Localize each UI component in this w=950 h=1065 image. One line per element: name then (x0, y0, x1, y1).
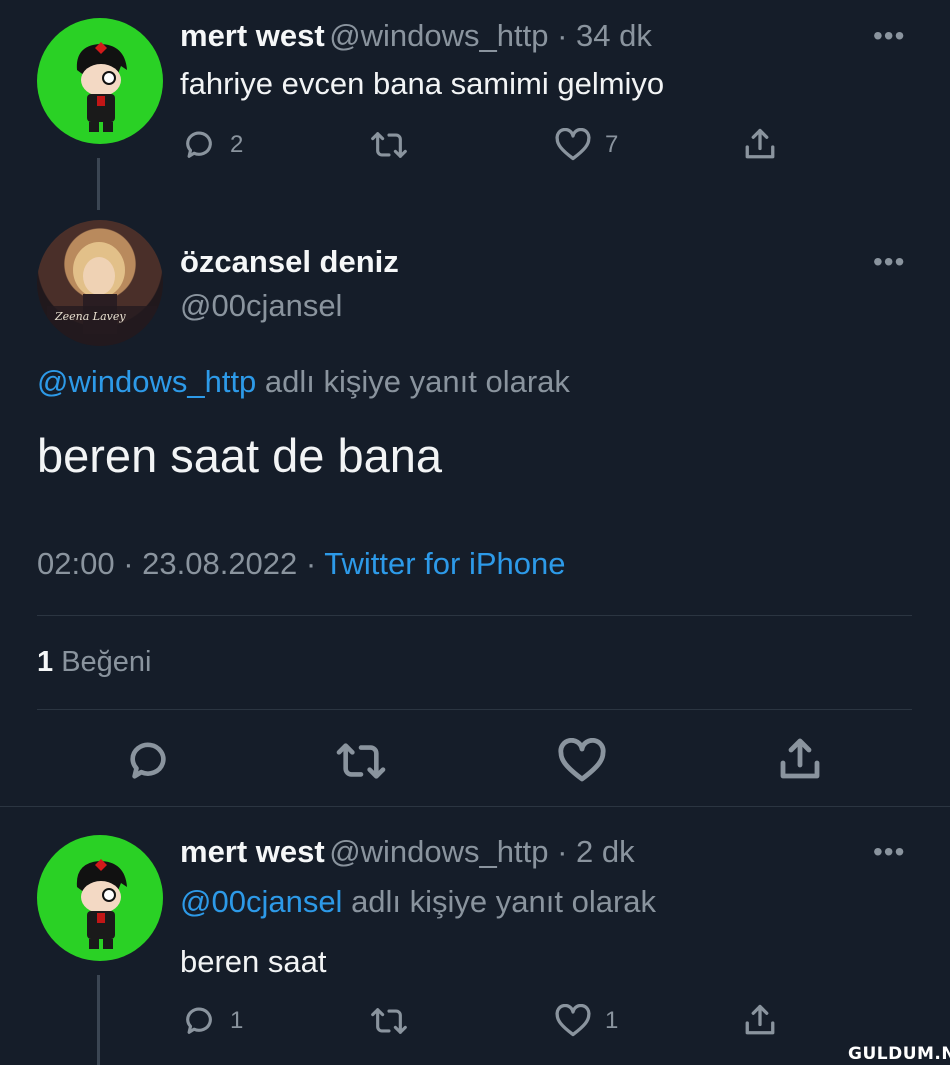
display-name[interactable]: mert west (180, 834, 325, 869)
share-button[interactable] (742, 1002, 778, 1038)
avatar-caption: Zeena Lavey (55, 310, 126, 323)
tweet-text: beren saat (180, 944, 327, 979)
share-icon (745, 128, 775, 159)
like-button[interactable]: 1 (555, 1004, 618, 1038)
reply-context: @windows_http adlı kişiye yanıt olarak (37, 364, 570, 400)
more-options-icon[interactable]: ••• (873, 246, 905, 278)
reply-to-suffix: adlı kişiye yanıt olarak (256, 364, 570, 399)
tweet-text: fahriye evcen bana samimi gelmiyo (180, 66, 665, 101)
retweet-icon (371, 1008, 407, 1034)
like-button[interactable] (558, 737, 606, 789)
thread-line (97, 975, 100, 1065)
reply-to-link[interactable]: @windows_http (37, 364, 256, 399)
reply-to-link[interactable]: @00cjansel (180, 884, 342, 919)
divider (37, 615, 912, 616)
handle-and-time[interactable]: @windows_http · 2 dk (329, 834, 634, 869)
heart-icon (555, 128, 591, 161)
reply-context: @00cjansel adlı kişiye yanıt olarak (180, 884, 656, 920)
share-icon (780, 738, 820, 779)
heart-icon (555, 1004, 591, 1037)
share-button[interactable] (742, 126, 778, 162)
reply-icon (186, 1007, 212, 1034)
handle-and-time[interactable]: @windows_http · 34 dk (329, 18, 652, 53)
retweet-button[interactable] (370, 128, 408, 162)
likes-stat[interactable]: 1 Beğeni (37, 646, 152, 679)
reply-to-suffix: adlı kişiye yanıt olarak (342, 884, 657, 919)
cartoon-avatar-icon (76, 42, 127, 132)
tweet-header: mert west @windows_http · 2 dk (180, 834, 635, 870)
likes-stat-count: 1 (37, 646, 54, 678)
thread-line (97, 158, 100, 210)
share-icon (745, 1004, 775, 1035)
retweet-button[interactable] (370, 1004, 408, 1038)
reply-icon (130, 742, 166, 779)
avatar[interactable]: Zeena Lavey (37, 220, 163, 346)
handle[interactable]: @00cjansel (180, 288, 342, 324)
cartoon-avatar-icon (76, 859, 127, 949)
retweet-icon (371, 132, 407, 158)
heart-icon (558, 737, 606, 782)
tweet-meta: 02:00 · 23.08.2022 · Twitter for iPhone (37, 546, 565, 582)
retweet-icon (336, 743, 386, 779)
divider (0, 806, 950, 807)
tweet-text: beren saat de bana (37, 429, 443, 482)
more-options-icon[interactable]: ••• (873, 836, 905, 868)
reply-button[interactable] (125, 738, 171, 789)
avatar[interactable] (37, 18, 163, 144)
retweet-button[interactable] (335, 738, 387, 789)
divider (37, 709, 912, 710)
timestamp[interactable]: 02:00 · 23.08.2022 · (37, 546, 324, 581)
likes-stat-label: Beğeni (53, 646, 152, 678)
watermark: GULDUM.NET (848, 1044, 950, 1064)
like-count: 7 (605, 131, 619, 158)
share-button[interactable] (776, 735, 824, 788)
display-name[interactable]: özcansel deniz (180, 244, 399, 280)
reply-count: 2 (230, 131, 244, 158)
source-link[interactable]: Twitter for iPhone (324, 546, 565, 581)
photo-avatar (47, 242, 157, 346)
more-options-icon[interactable]: ••• (873, 20, 905, 52)
like-button[interactable]: 7 (555, 128, 618, 162)
reply-button[interactable]: 2 (182, 128, 243, 162)
tweet-header: mert west @windows_http · 34 dk (180, 18, 652, 54)
avatar[interactable] (37, 835, 163, 961)
reply-button[interactable]: 1 (182, 1004, 243, 1038)
reply-icon (186, 131, 212, 158)
reply-count: 1 (230, 1007, 244, 1034)
like-count: 1 (605, 1007, 619, 1034)
display-name[interactable]: mert west (180, 18, 325, 53)
